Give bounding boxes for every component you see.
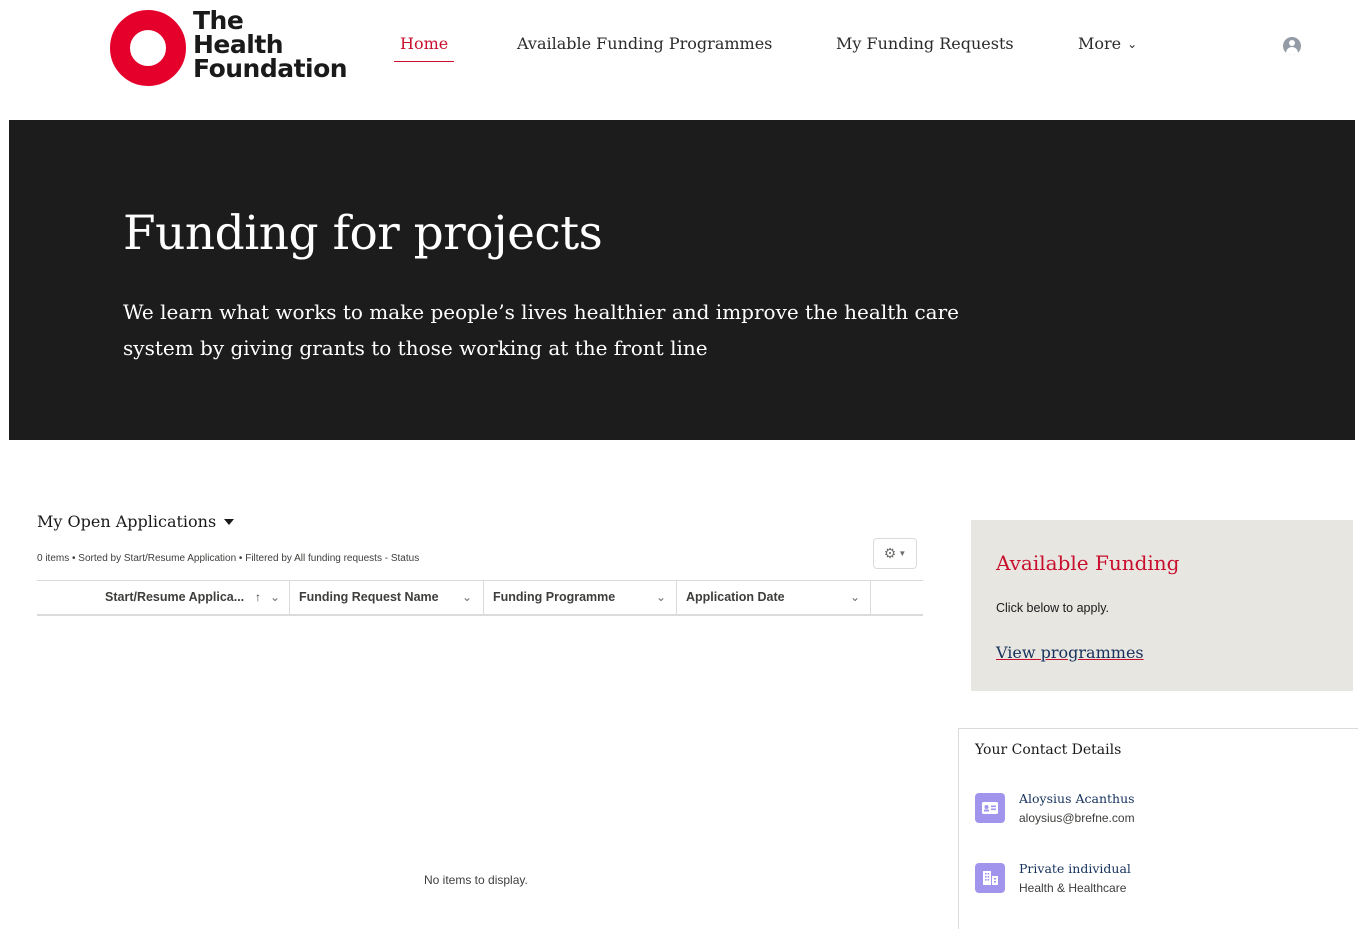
nav-home[interactable]: Home [393, 34, 455, 62]
nav-requests-label: My Funding Requests [836, 34, 1014, 53]
avatar-shoulders [1286, 47, 1298, 55]
hero-subtitle-line-2: system by giving grants to those working… [123, 336, 708, 360]
column-label: Application Date [686, 590, 785, 604]
column-header-start-resume[interactable]: Start/Resume Applica... ↑ ⌄ [37, 581, 290, 614]
list-view-picker[interactable]: My Open Applications [37, 512, 235, 531]
logo-line-3: Foundation [193, 54, 348, 83]
available-funding-text: Click below to apply. [996, 601, 1110, 615]
avatar-head [1289, 40, 1295, 46]
site-header: The Health Foundation Home Available Fun… [0, 0, 1358, 120]
health-foundation-logo[interactable]: The Health Foundation [110, 8, 360, 88]
nav-programmes-label: Available Funding Programmes [517, 34, 773, 53]
user-avatar-icon[interactable] [1283, 37, 1301, 55]
contact-details-title: Your Contact Details [975, 742, 1122, 758]
contact-card-icon [975, 793, 1005, 823]
nav-available-funding-programmes[interactable]: Available Funding Programmes [517, 34, 772, 53]
chevron-down-icon[interactable]: ⌄ [656, 581, 666, 614]
column-label: Funding Request Name [299, 590, 439, 604]
dropdown-arrow-icon: ▼ [898, 549, 907, 558]
column-label: Start/Resume Applica... [105, 590, 245, 604]
column-label: Funding Programme [493, 590, 616, 604]
hero-title: Funding for projects [123, 206, 603, 261]
empty-state-message: No items to display. [424, 873, 528, 887]
contact-email: aloysius@brefne.com [1019, 811, 1135, 825]
hero-subtitle-line-1: We learn what works to make people’s liv… [123, 300, 960, 324]
nav-home-label: Home [400, 34, 449, 53]
chevron-down-icon[interactable]: ⌄ [462, 581, 472, 614]
column-header-application-date[interactable]: Application Date ⌄ [677, 581, 871, 614]
chevron-down-icon[interactable]: ⌄ [270, 581, 280, 614]
nav-more-label: More [1078, 34, 1122, 53]
caret-down-icon [224, 519, 235, 525]
list-view-title: My Open Applications [37, 512, 217, 531]
available-funding-card: Available Funding Click below to apply. … [971, 520, 1353, 691]
list-view-settings-button[interactable]: ⚙ ▼ [873, 538, 917, 569]
view-programmes-link[interactable]: View programmes [996, 643, 1144, 662]
logo-ring-icon [110, 10, 186, 86]
hero-banner: Funding for projects We learn what works… [9, 120, 1355, 440]
available-funding-title: Available Funding [996, 551, 1180, 575]
chevron-down-icon: ⌄ [1127, 37, 1138, 51]
sort-ascending-icon: ↑ [255, 590, 261, 604]
nav-more[interactable]: More ⌄ [1078, 34, 1137, 53]
column-header-funding-programme[interactable]: Funding Programme ⌄ [484, 581, 677, 614]
account-name-link[interactable]: Private individual [1019, 861, 1131, 876]
hero-subtitle: We learn what works to make people’s liv… [123, 294, 1023, 366]
column-header-funding-request-name[interactable]: Funding Request Name ⌄ [290, 581, 484, 614]
nav-my-funding-requests[interactable]: My Funding Requests [836, 34, 1014, 53]
list-view-meta: 0 items • Sorted by Start/Resume Applica… [37, 553, 420, 564]
gear-icon: ⚙ [883, 545, 897, 561]
contact-name-link[interactable]: Aloysius Acanthus [1019, 791, 1135, 806]
account-industry: Health & Healthcare [1019, 881, 1127, 895]
logo-wordmark: The Health Foundation [193, 8, 348, 83]
building-icon [975, 863, 1005, 893]
table-header: Start/Resume Applica... ↑ ⌄ Funding Requ… [37, 581, 923, 616]
chevron-down-icon[interactable]: ⌄ [850, 581, 860, 614]
contact-details-card: Your Contact Details Aloysius Acanthus a… [958, 728, 1358, 929]
